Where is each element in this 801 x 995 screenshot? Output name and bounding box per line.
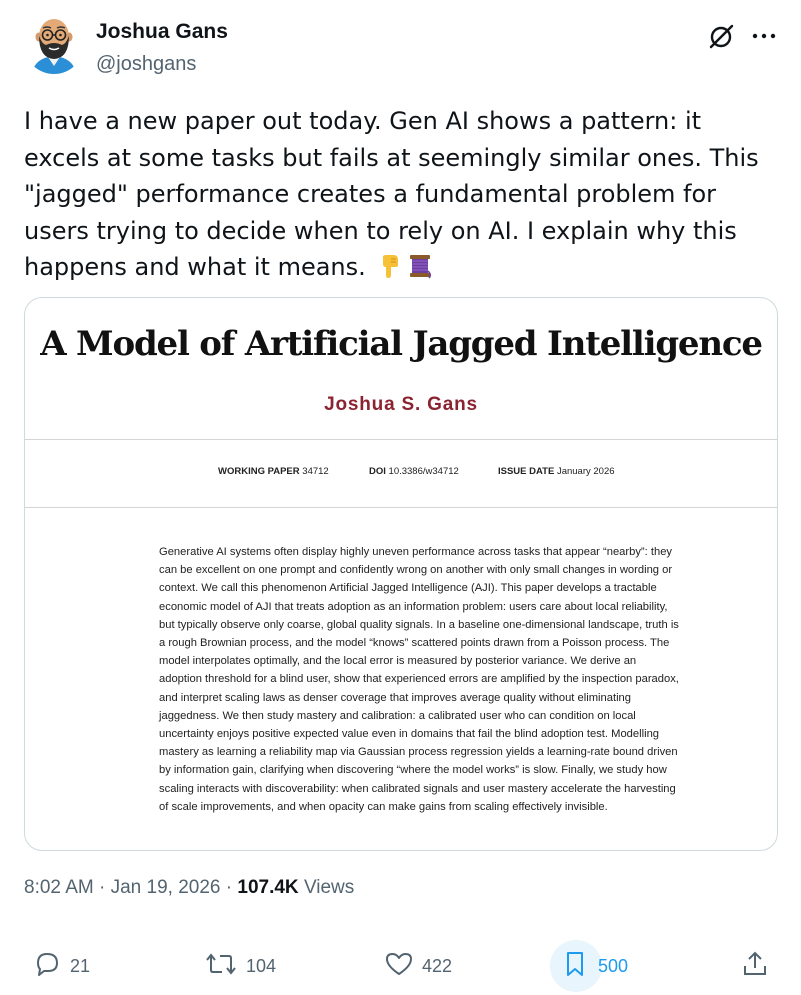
paper-image-card[interactable]: A Model of Artificial Jagged Intelligenc…	[24, 297, 778, 851]
bookmark-button[interactable]: 500	[550, 940, 629, 992]
tweet-timestamp: 8:02 AM · Jan 19, 2026 · 107.4K Views	[24, 877, 354, 899]
meta-separator: ·	[225, 877, 233, 898]
post-date[interactable]: Jan 19, 2026	[111, 877, 221, 898]
share-icon	[740, 949, 770, 984]
paper-author: Joshua S. Gans	[324, 394, 478, 415]
author-name[interactable]: Joshua Gans	[96, 20, 228, 44]
issue-date-value: January 2026	[556, 466, 615, 477]
tweet-header: Joshua Gans @joshgans	[24, 14, 784, 84]
reply-icon	[32, 949, 62, 984]
reply-count: 21	[70, 955, 91, 976]
tweet-body: I have a new paper out today. Gen AI sho…	[24, 103, 774, 290]
reply-button[interactable]: 21	[32, 944, 90, 988]
paper-abstract: Generative AI systems often display high…	[159, 546, 679, 813]
meta-separator: ·	[99, 877, 106, 898]
spool-of-thread-icon	[407, 253, 433, 290]
repost-count: 104	[246, 955, 277, 976]
doi-label: DOI	[369, 466, 386, 477]
bookmark-count: 500	[598, 955, 629, 976]
share-button[interactable]	[740, 944, 770, 988]
author-avatar[interactable]	[24, 14, 84, 74]
doi-meta: DOI 10.3386/w34712	[369, 466, 459, 477]
paper-title: A Model of Artificial Jagged Intelligenc…	[40, 324, 763, 364]
action-bar: 21 104 422 500	[24, 940, 784, 992]
author-handle[interactable]: @joshgans	[96, 53, 196, 76]
doi-value: 10.3386/w34712	[388, 466, 459, 477]
like-count: 422	[422, 955, 453, 976]
working-paper-meta: WORKING PAPER 34712	[218, 466, 329, 477]
pointing-down-icon	[377, 253, 403, 290]
post-time[interactable]: 8:02 AM	[24, 877, 94, 898]
bookmark-icon	[560, 949, 590, 984]
views-count: 107.4K	[237, 877, 299, 898]
issue-date-meta: ISSUE DATE January 2026	[498, 466, 615, 477]
more-options-icon[interactable]	[750, 22, 778, 50]
repost-icon	[204, 949, 238, 984]
working-paper-value: 34712	[302, 466, 329, 477]
repost-button[interactable]: 104	[204, 944, 276, 988]
working-paper-label: WORKING PAPER	[218, 466, 300, 477]
views-label: Views	[303, 877, 355, 898]
paper-divider	[25, 507, 777, 508]
issue-date-label: ISSUE DATE	[498, 466, 555, 477]
paper-divider	[25, 439, 777, 440]
avatar-icon	[24, 14, 84, 74]
heart-icon	[384, 949, 414, 984]
like-button[interactable]: 422	[384, 944, 452, 988]
grok-icon[interactable]	[708, 22, 736, 50]
